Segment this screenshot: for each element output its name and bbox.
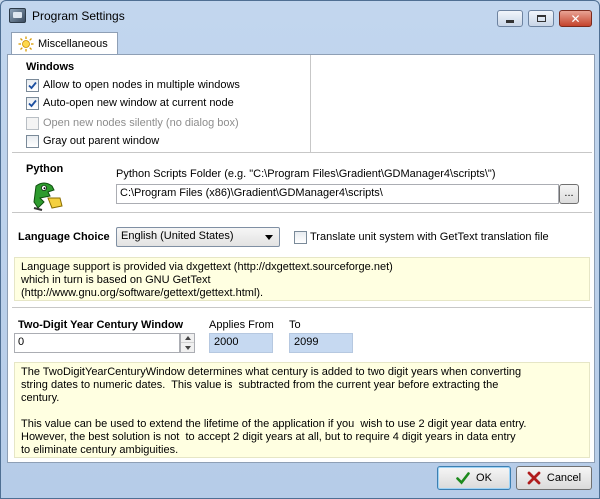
python-logo-icon bbox=[30, 180, 66, 212]
minimize-button[interactable] bbox=[497, 10, 523, 27]
tab-miscellaneous[interactable]: Miscellaneous bbox=[11, 32, 118, 55]
year-window-heading: Two-Digit Year Century Window bbox=[18, 319, 184, 331]
program-settings-window: Program Settings ✕ Miscellaneous Windows… bbox=[0, 0, 600, 499]
language-select[interactable]: English (United States) bbox=[116, 227, 280, 247]
python-heading: Python bbox=[26, 163, 64, 175]
year-window-spinner[interactable] bbox=[180, 333, 195, 353]
app-icon bbox=[9, 8, 26, 23]
maximize-button[interactable] bbox=[528, 10, 554, 27]
close-icon: ✕ bbox=[570, 11, 581, 26]
divider-language bbox=[12, 307, 592, 308]
checkbox-open-silently bbox=[26, 117, 39, 130]
divider-python bbox=[12, 212, 592, 213]
option-label: Auto-open new window at current node bbox=[43, 97, 234, 109]
ok-button[interactable]: OK bbox=[437, 466, 511, 490]
applies-from-label: Applies From bbox=[209, 319, 274, 331]
year-window-info-text: The TwoDigitYearCenturyWindow determines… bbox=[21, 366, 527, 456]
year-window-info-box: The TwoDigitYearCenturyWindow determines… bbox=[14, 362, 590, 458]
cancel-button[interactable]: Cancel bbox=[516, 466, 592, 490]
to-label: To bbox=[289, 319, 301, 331]
title-bar[interactable]: Program Settings ✕ bbox=[1, 1, 599, 31]
checkbox-multiple-windows[interactable] bbox=[26, 79, 39, 92]
check-mark-icon bbox=[28, 99, 37, 108]
checkbox-translate-units[interactable] bbox=[294, 231, 307, 244]
tab-label: Miscellaneous bbox=[38, 38, 108, 50]
window-title: Program Settings bbox=[32, 9, 125, 23]
sun-icon bbox=[18, 36, 34, 52]
arrow-down-icon bbox=[184, 345, 191, 350]
applies-to-value: 2099 bbox=[289, 333, 353, 353]
spin-up-button[interactable] bbox=[181, 334, 194, 343]
language-info-box: Language support is provided via dxgette… bbox=[14, 257, 590, 301]
option-label: Gray out parent window bbox=[43, 135, 160, 147]
arrow-up-icon bbox=[184, 336, 191, 340]
applies-from-value: 2000 bbox=[209, 333, 273, 353]
browse-folder-button[interactable]: ... bbox=[559, 184, 579, 204]
close-button[interactable]: ✕ bbox=[559, 10, 592, 27]
windows-heading: Windows bbox=[26, 61, 75, 73]
language-info-text: Language support is provided via dxgette… bbox=[21, 261, 393, 299]
checkbox-gray-out-parent[interactable] bbox=[26, 135, 39, 148]
option-label: Open new nodes silently (no dialog box) bbox=[43, 117, 239, 129]
minimize-icon bbox=[506, 20, 514, 23]
chevron-down-icon bbox=[265, 235, 273, 240]
checkbox-auto-open[interactable] bbox=[26, 97, 39, 110]
vertical-divider bbox=[310, 55, 311, 153]
cancel-label: Cancel bbox=[546, 472, 582, 484]
option-label: Allow to open nodes in multiple windows bbox=[43, 79, 240, 91]
translate-label: Translate unit system with GetText trans… bbox=[310, 231, 549, 243]
tab-strip: Miscellaneous bbox=[7, 31, 595, 55]
settings-panel: Windows Allow to open nodes in multiple … bbox=[7, 54, 595, 463]
python-folder-label: Python Scripts Folder (e.g. "C:\Program … bbox=[116, 168, 496, 180]
checkmark-icon bbox=[456, 472, 470, 485]
x-mark-icon bbox=[527, 471, 541, 485]
maximize-icon bbox=[536, 15, 546, 22]
python-folder-input[interactable]: C:\Program Files (x86)\Gradient\GDManage… bbox=[116, 184, 559, 204]
language-select-value: English (United States) bbox=[121, 230, 234, 242]
year-window-input[interactable]: 0 bbox=[14, 333, 180, 353]
divider-windows bbox=[12, 152, 592, 153]
spin-down-button[interactable] bbox=[181, 343, 194, 352]
language-heading: Language Choice bbox=[18, 231, 110, 243]
ok-label: OK bbox=[476, 472, 492, 484]
check-mark-icon bbox=[28, 81, 37, 90]
